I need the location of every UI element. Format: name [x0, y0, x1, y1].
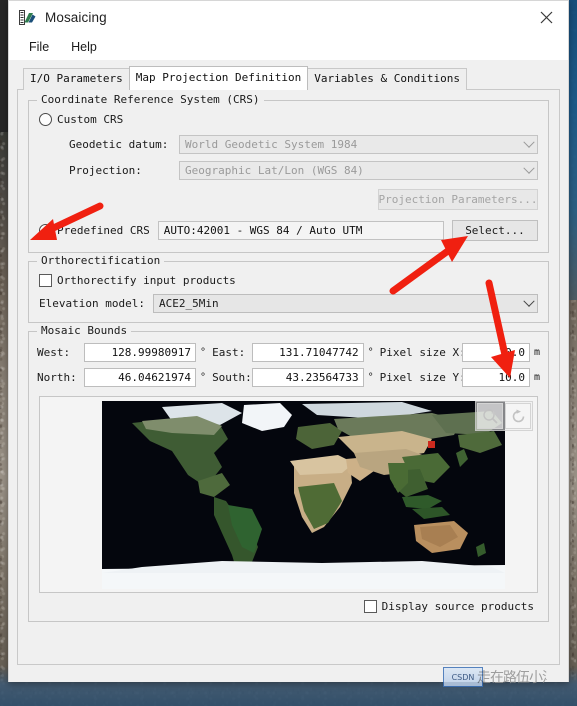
roi-marker: [428, 441, 435, 448]
elevation-model-value: ACE2_5Min: [158, 297, 219, 310]
map-preview-panel[interactable]: [39, 396, 538, 593]
mosaicing-window: Mosaicing File Help I/O Parameters Map P…: [8, 0, 569, 682]
watermark-text: 走在路伍小洋: [477, 670, 547, 686]
bounds-row-1: West: 128.99980917 ° East: 131.71047742 …: [37, 343, 540, 362]
geodetic-datum-label: Geodetic datum:: [69, 138, 169, 151]
projection-parameters-row: Projection Parameters...: [39, 189, 538, 210]
mosaic-bounds-group: Mosaic Bounds West: 128.99980917 ° East:…: [28, 324, 549, 622]
mosaic-app-icon: [19, 9, 36, 26]
west-label: West:: [37, 346, 71, 359]
map-projection-definition-panel: Coordinate Reference System (CRS) Custom…: [17, 89, 560, 665]
bounds-row-2: North: 46.04621974 ° South: 43.23564733 …: [37, 368, 540, 387]
tab-variables-conditions[interactable]: Variables & Conditions: [307, 68, 467, 90]
projection-value: Geographic Lat/Lon (WGS 84): [185, 164, 364, 177]
menu-file[interactable]: File: [21, 37, 57, 57]
pixel-size-y-label: Pixel size Y:: [379, 371, 466, 384]
west-unit: °: [200, 347, 207, 358]
crs-group: Coordinate Reference System (CRS) Custom…: [28, 93, 549, 253]
title-bar: Mosaicing: [9, 1, 568, 34]
elevation-model-row: Elevation model: ACE2_5Min: [39, 294, 538, 313]
predefined-crs-label: Predefined CRS: [57, 224, 150, 237]
orthorectification-group: Orthorectification Orthorectify input pr…: [28, 254, 549, 323]
custom-crs-row[interactable]: Custom CRS: [39, 113, 538, 126]
geodetic-datum-combo[interactable]: World Geodetic System 1984: [179, 135, 538, 154]
north-label: North:: [37, 371, 77, 384]
chevron-down-icon[interactable]: [520, 136, 537, 153]
projection-parameters-button[interactable]: Projection Parameters...: [378, 189, 538, 210]
elevation-model-combo[interactable]: ACE2_5Min: [152, 294, 538, 313]
watermark: CSDN 走在路伍小洋: [443, 666, 547, 688]
projection-row: Projection: Geographic Lat/Lon (WGS 84): [39, 161, 538, 180]
tab-strip: I/O Parameters Map Projection Definition…: [23, 66, 560, 90]
east-field[interactable]: 131.71047742: [251, 343, 364, 362]
pixel-size-x-unit: m: [533, 347, 540, 358]
mosaic-bounds-group-legend: Mosaic Bounds: [37, 324, 132, 337]
refresh-icon[interactable]: [505, 403, 531, 429]
geodetic-datum-row: Geodetic datum: World Geodetic System 19…: [39, 135, 538, 154]
chevron-down-icon[interactable]: [520, 295, 537, 312]
close-icon: [540, 11, 552, 23]
pixel-size-x-label: Pixel size X:: [379, 346, 466, 359]
pixel-size-y-field[interactable]: 10.0: [461, 368, 530, 387]
geodetic-datum-value: World Geodetic System 1984: [185, 138, 358, 151]
south-field[interactable]: 43.23564733: [251, 368, 364, 387]
window-content: I/O Parameters Map Projection Definition…: [9, 60, 568, 682]
orthorectify-row[interactable]: Orthorectify input products: [39, 274, 538, 287]
display-source-products-row[interactable]: Display source products: [37, 593, 540, 613]
north-field[interactable]: 46.04621974: [84, 368, 197, 387]
crs-group-legend: Coordinate Reference System (CRS): [37, 93, 264, 106]
select-button[interactable]: Select...: [452, 220, 538, 241]
custom-crs-label: Custom CRS: [57, 113, 124, 126]
north-unit: °: [200, 372, 207, 383]
projection-label: Projection:: [69, 164, 142, 177]
custom-crs-radio[interactable]: [39, 113, 52, 126]
display-source-products-checkbox[interactable]: [363, 600, 377, 613]
tab-io-parameters[interactable]: I/O Parameters: [23, 68, 130, 90]
menu-bar: File Help: [9, 34, 568, 60]
predefined-crs-row: Predefined CRS AUTO:42001 - WGS 84 / Aut…: [39, 220, 538, 241]
menu-help[interactable]: Help: [63, 37, 105, 57]
world-map-preview[interactable]: [102, 401, 505, 589]
close-button[interactable]: [524, 1, 568, 33]
east-unit: °: [367, 347, 374, 358]
east-label: East:: [212, 346, 246, 359]
map-tools: [475, 401, 533, 431]
projection-combo[interactable]: Geographic Lat/Lon (WGS 84): [179, 161, 538, 180]
elevation-model-label: Elevation model:: [39, 297, 145, 310]
pixel-size-y-unit: m: [533, 372, 541, 383]
south-unit: °: [367, 372, 374, 383]
south-label: South:: [212, 371, 252, 384]
pixel-size-x-field[interactable]: 10.0: [461, 343, 530, 362]
tab-map-projection-definition[interactable]: Map Projection Definition: [128, 66, 309, 90]
west-field[interactable]: 128.99980917: [84, 343, 197, 362]
zoom-all-icon[interactable]: [477, 403, 503, 429]
window-title: Mosaicing: [45, 9, 107, 25]
predefined-crs-field[interactable]: AUTO:42001 - WGS 84 / Auto UTM: [157, 221, 444, 240]
display-source-products-label: Display source products: [381, 600, 534, 613]
orthorectification-group-legend: Orthorectification: [37, 254, 165, 267]
predefined-crs-radio[interactable]: [39, 224, 52, 237]
orthorectify-checkbox[interactable]: [39, 274, 52, 287]
chevron-down-icon[interactable]: [520, 162, 537, 179]
orthorectify-label: Orthorectify input products: [57, 274, 236, 287]
